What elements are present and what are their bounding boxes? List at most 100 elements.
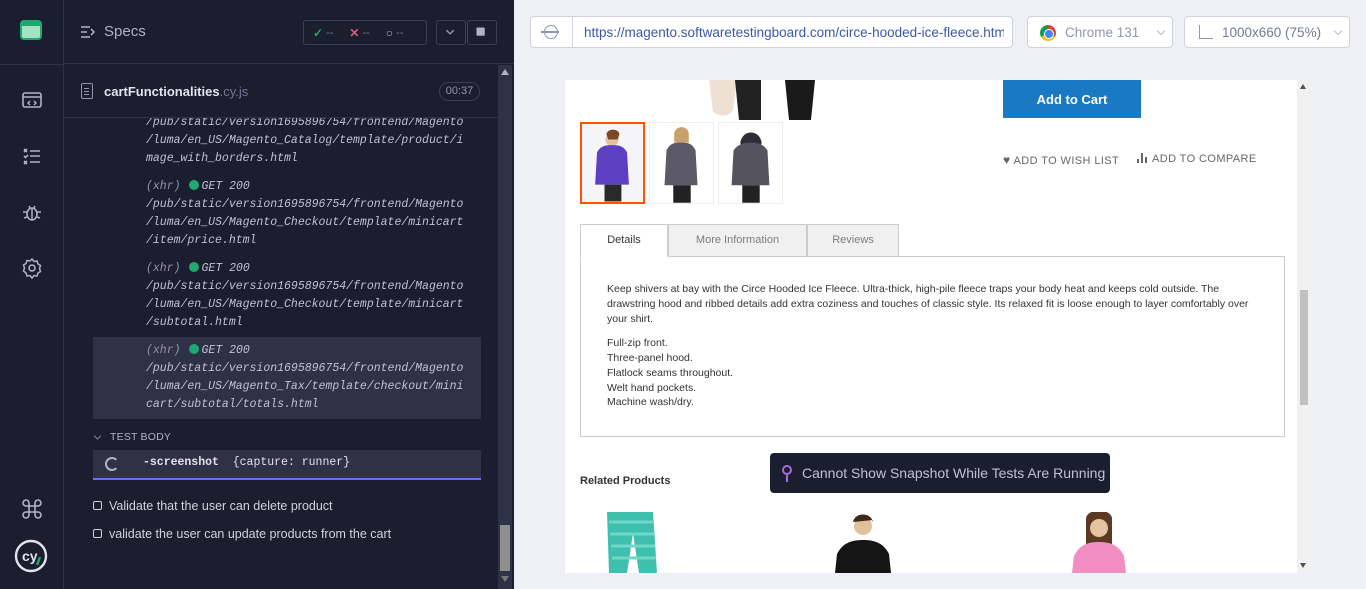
log-entry-active[interactable]: (xhr) GET 200 /pub/static/version16958967… <box>93 337 481 419</box>
log-type: (xhr) <box>146 344 181 357</box>
status-dot-icon <box>188 344 199 354</box>
log-line: /luma/en_US/Magento_Tax/template/checkou… <box>146 380 464 393</box>
spec-file-ext: .cy.js <box>219 84 249 99</box>
command-icon[interactable] <box>20 497 44 521</box>
nav-divider <box>0 64 64 65</box>
spec-file-header: cartFunctionalities.cy.js 00:37 <box>64 65 498 118</box>
scroll-up-icon[interactable] <box>501 69 509 75</box>
cypress-runner: cy Specs ✓ -- ✕ -- ○ -- cartFunctionalities… <box>0 0 1366 589</box>
running-command[interactable]: -screenshot {capture: runner} <box>93 450 481 480</box>
log-method: GET 200 <box>201 180 250 193</box>
log-entry[interactable]: (xhr) GET 200 /pub/static/version16958967… <box>93 175 481 251</box>
check-icon: ✓ <box>313 25 324 40</box>
add-to-compare-link[interactable]: ADD TO COMPARE <box>1137 153 1257 165</box>
tab-more-information[interactable]: More Information <box>668 224 807 257</box>
product-thumbnail[interactable] <box>718 122 783 204</box>
description-text: Keep shivers at bay with the Circe Hoode… <box>607 283 1249 325</box>
browser-label: Chrome 131 <box>1065 25 1140 40</box>
scroll-down-icon[interactable] <box>1300 563 1306 568</box>
viewport-info[interactable]: 1000x660 (75%) <box>1184 16 1350 48</box>
browser-selector[interactable]: Chrome 131 <box>1027 16 1173 48</box>
spec-file-name[interactable]: cartFunctionalities.cy.js <box>104 84 248 99</box>
wishlist-label: ADD TO WISH LIST <box>1013 155 1120 167</box>
log-line: cart/subtotal/totals.html <box>146 398 319 411</box>
reporter-scrollbar[interactable] <box>498 65 512 589</box>
test-body-heading[interactable]: TEST BODY <box>95 431 171 443</box>
failed-stat: ✕ -- <box>349 26 369 40</box>
test-status-icon <box>93 529 102 538</box>
related-product-image[interactable] <box>595 512 675 573</box>
log-line: /pub/static/version1695896754/frontend/M… <box>146 118 464 129</box>
product-main-image <box>709 80 815 120</box>
tab-details[interactable]: Details <box>580 224 668 257</box>
status-dot-icon <box>188 262 199 272</box>
command-log-panel: Specs ✓ -- ✕ -- ○ -- cartFunctionalities.cy… <box>64 0 514 589</box>
pin-icon <box>782 465 792 482</box>
snapshot-message: Cannot Show Snapshot While Tests Are Run… <box>770 453 1110 493</box>
options-dropdown-button[interactable] <box>436 20 466 45</box>
log-entry[interactable]: (xhr) GET 200 /pub/static/version16958967… <box>93 257 481 333</box>
runs-nav-icon[interactable] <box>20 144 44 168</box>
passed-stat: ✓ -- <box>313 26 333 40</box>
log-line: /pub/static/version1695896754/frontend/M… <box>146 280 464 293</box>
file-icon <box>81 83 93 99</box>
log-line: /pub/static/version1695896754/frontend/M… <box>146 198 464 211</box>
related-product-image[interactable] <box>1060 512 1140 573</box>
chevron-down-icon <box>1156 26 1166 36</box>
log-line: /luma/en_US/Magento_Checkout/template/mi… <box>146 216 464 229</box>
chevron-down-icon <box>445 29 455 35</box>
aut-scrollbar[interactable] <box>1297 80 1311 573</box>
add-to-wishlist-link[interactable]: ♥ ADD TO WISH LIST <box>1003 153 1119 167</box>
aut-iframe: Add to Cart ♥ ADD TO WISH LIST ADD TO COM… <box>565 80 1311 573</box>
log-line: mage_with_borders.html <box>146 152 298 165</box>
log-line: /luma/en_US/Magento_Catalog/template/pro… <box>146 134 464 147</box>
debug-nav-icon[interactable] <box>20 200 44 224</box>
tab-reviews[interactable]: Reviews <box>807 224 899 257</box>
spec-duration: 00:37 <box>439 82 480 101</box>
cross-icon: ✕ <box>349 25 360 40</box>
specs-title[interactable]: Specs <box>104 23 146 40</box>
command-name: -screenshot <box>143 456 219 469</box>
test-stats: ✓ -- ✕ -- ○ -- <box>303 20 427 45</box>
add-to-cart-button[interactable]: Add to Cart <box>1003 80 1141 118</box>
test-item[interactable]: validate the user can update products fr… <box>93 527 391 541</box>
log-line: /subtotal.html <box>146 316 243 329</box>
log-method: GET 200 <box>201 262 250 275</box>
related-product-image[interactable] <box>827 512 907 573</box>
test-status-icon <box>93 501 102 510</box>
log-line: /pub/static/version1695896754/frontend/M… <box>146 362 464 375</box>
url-bar[interactable]: https://magento.softwaretestingboard.com… <box>530 16 1013 48</box>
passed-count: -- <box>326 26 334 39</box>
product-thumbnail[interactable] <box>649 122 714 204</box>
log-type: (xhr) <box>146 180 181 193</box>
cypress-logo-icon[interactable]: cy <box>14 539 48 573</box>
scrollbar-thumb[interactable] <box>1300 290 1308 405</box>
spinner-icon <box>105 457 119 471</box>
scrollbar-thumb[interactable] <box>500 525 510 571</box>
stop-icon <box>476 27 485 36</box>
side-nav: cy <box>0 0 64 589</box>
svg-text:cy: cy <box>22 548 38 564</box>
test-item[interactable]: Validate that the user can delete produc… <box>93 499 333 513</box>
selector-playground-icon[interactable] <box>531 17 573 47</box>
stop-button[interactable] <box>467 20 497 45</box>
related-products-title: Related Products <box>580 475 671 487</box>
pending-count: -- <box>396 26 404 39</box>
log-type: (xhr) <box>146 262 181 275</box>
feature-item: Machine wash/dry. <box>607 396 694 408</box>
log-entry[interactable]: /pub/static/version1695896754/frontend/M… <box>93 118 481 168</box>
log-line: /luma/en_US/Magento_Checkout/template/mi… <box>146 298 464 311</box>
chevron-down-icon <box>1333 26 1343 36</box>
scroll-up-icon[interactable] <box>1300 84 1306 89</box>
url-text[interactable]: https://magento.softwaretestingboard.com… <box>584 25 1004 40</box>
specs-nav-icon[interactable] <box>20 88 44 112</box>
feature-item: Welt hand pockets. <box>607 382 697 394</box>
product-thumbnail[interactable] <box>580 122 645 204</box>
ruler-icon <box>1199 25 1213 39</box>
command-log: /pub/static/version1695896754/frontend/M… <box>93 118 481 419</box>
pending-icon: ○ <box>385 25 394 40</box>
settings-nav-icon[interactable] <box>20 256 44 280</box>
scroll-down-icon[interactable] <box>501 576 509 582</box>
snapshot-message-text: Cannot Show Snapshot While Tests Are Run… <box>802 465 1106 481</box>
specs-list-icon[interactable] <box>80 24 96 40</box>
